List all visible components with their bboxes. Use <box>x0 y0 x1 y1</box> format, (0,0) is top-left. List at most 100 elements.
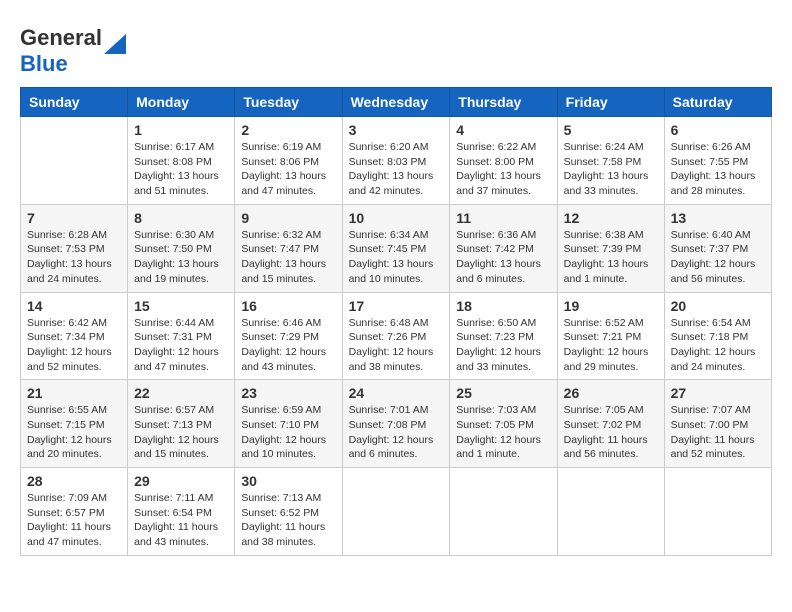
day-number: 16 <box>241 298 335 314</box>
day-info: Sunrise: 7:05 AM Sunset: 7:02 PM Dayligh… <box>564 403 658 462</box>
logo-general: General <box>20 25 102 50</box>
calendar-week-row: 28 Sunrise: 7:09 AM Sunset: 6:57 PM Dayli… <box>21 468 772 556</box>
day-number: 8 <box>134 210 228 226</box>
calendar-day-cell: 16Sunrise: 6:46 AM Sunset: 7:29 PM Dayli… <box>235 292 342 380</box>
calendar-day-cell: 11 Sunrise: 6:36 AM Sunset: 7:42 PM Dayli… <box>450 204 557 292</box>
day-info: Sunrise: 6:44 AM Sunset: 7:31 PM Dayligh… <box>134 316 228 375</box>
day-number: 5 <box>564 122 658 138</box>
day-number: 27 <box>671 385 765 401</box>
day-number: 17 <box>349 298 444 314</box>
calendar-day-cell: 10 Sunrise: 6:34 AM Sunset: 7:45 PM Dayli… <box>342 204 450 292</box>
day-info: Sunrise: 6:34 AM Sunset: 7:45 PM Dayligh… <box>349 228 444 287</box>
day-info: Sunrise: 6:48 AM Sunset: 7:26 PM Dayligh… <box>349 316 444 375</box>
weekday-header: Sunday <box>21 88 128 117</box>
day-info: Sunrise: 6:36 AM Sunset: 7:42 PM Dayligh… <box>456 228 550 287</box>
calendar-day-cell: 29 Sunrise: 7:11 AM Sunset: 6:54 PM Dayli… <box>128 468 235 556</box>
day-info: Sunrise: 6:57 AM Sunset: 7:13 PM Dayligh… <box>134 403 228 462</box>
day-info: Sunrise: 6:42 AM Sunset: 7:34 PM Dayligh… <box>27 316 121 375</box>
day-number: 24 <box>349 385 444 401</box>
calendar-day-cell: 4Sunrise: 6:22 AM Sunset: 8:00 PM Daylig… <box>450 117 557 205</box>
logo-icon <box>104 34 126 54</box>
day-number: 9 <box>241 210 335 226</box>
calendar-day-cell: 18 Sunrise: 6:50 AM Sunset: 7:23 PM Dayli… <box>450 292 557 380</box>
calendar-day-cell: 5 Sunrise: 6:24 AM Sunset: 7:58 PM Daylig… <box>557 117 664 205</box>
day-info: Sunrise: 6:54 AM Sunset: 7:18 PM Dayligh… <box>671 316 765 375</box>
day-info: Sunrise: 6:40 AM Sunset: 7:37 PM Dayligh… <box>671 228 765 287</box>
day-info: Sunrise: 7:07 AM Sunset: 7:00 PM Dayligh… <box>671 403 765 462</box>
calendar-day-cell: 3 Sunrise: 6:20 AM Sunset: 8:03 PM Daylig… <box>342 117 450 205</box>
calendar-day-cell: 23 Sunrise: 6:59 AM Sunset: 7:10 PM Dayli… <box>235 380 342 468</box>
day-number: 14 <box>27 298 121 314</box>
weekday-header: Monday <box>128 88 235 117</box>
day-number: 1 <box>134 122 228 138</box>
day-info: Sunrise: 6:30 AM Sunset: 7:50 PM Dayligh… <box>134 228 228 287</box>
calendar-day-cell: 24 Sunrise: 7:01 AM Sunset: 7:08 PM Dayli… <box>342 380 450 468</box>
calendar-day-cell: 27 Sunrise: 7:07 AM Sunset: 7:00 PM Dayli… <box>664 380 771 468</box>
day-info: Sunrise: 6:55 AM Sunset: 7:15 PM Dayligh… <box>27 403 121 462</box>
day-info: Sunrise: 7:09 AM Sunset: 6:57 PM Dayligh… <box>27 491 121 550</box>
weekday-header: Wednesday <box>342 88 450 117</box>
day-info: Sunrise: 6:52 AM Sunset: 7:21 PM Dayligh… <box>564 316 658 375</box>
day-info: Sunrise: 6:19 AM Sunset: 8:06 PM Dayligh… <box>241 140 335 199</box>
day-info: Sunrise: 6:20 AM Sunset: 8:03 PM Dayligh… <box>349 140 444 199</box>
calendar-day-cell: 8 Sunrise: 6:30 AM Sunset: 7:50 PM Daylig… <box>128 204 235 292</box>
calendar-empty-cell <box>664 468 771 556</box>
day-info: Sunrise: 7:01 AM Sunset: 7:08 PM Dayligh… <box>349 403 444 462</box>
calendar-day-cell: 14 Sunrise: 6:42 AM Sunset: 7:34 PM Dayli… <box>21 292 128 380</box>
day-info: Sunrise: 7:13 AM Sunset: 6:52 PM Dayligh… <box>241 491 335 550</box>
day-number: 6 <box>671 122 765 138</box>
weekday-header: Saturday <box>664 88 771 117</box>
day-number: 23 <box>241 385 335 401</box>
calendar-empty-cell <box>557 468 664 556</box>
logo: General Blue <box>20 25 126 77</box>
day-info: Sunrise: 6:26 AM Sunset: 7:55 PM Dayligh… <box>671 140 765 199</box>
day-number: 3 <box>349 122 444 138</box>
day-number: 18 <box>456 298 550 314</box>
day-info: Sunrise: 6:50 AM Sunset: 7:23 PM Dayligh… <box>456 316 550 375</box>
day-number: 4 <box>456 122 550 138</box>
day-number: 30 <box>241 473 335 489</box>
day-number: 15 <box>134 298 228 314</box>
day-number: 28 <box>27 473 121 489</box>
calendar-day-cell: 28 Sunrise: 7:09 AM Sunset: 6:57 PM Dayli… <box>21 468 128 556</box>
calendar-day-cell: 15 Sunrise: 6:44 AM Sunset: 7:31 PM Dayli… <box>128 292 235 380</box>
calendar-empty-cell <box>21 117 128 205</box>
calendar-day-cell: 1 Sunrise: 6:17 AM Sunset: 8:08 PM Daylig… <box>128 117 235 205</box>
day-number: 21 <box>27 385 121 401</box>
weekday-header: Thursday <box>450 88 557 117</box>
calendar-day-cell: 20Sunrise: 6:54 AM Sunset: 7:18 PM Dayli… <box>664 292 771 380</box>
calendar-empty-cell <box>450 468 557 556</box>
day-info: Sunrise: 6:32 AM Sunset: 7:47 PM Dayligh… <box>241 228 335 287</box>
calendar-day-cell: 19 Sunrise: 6:52 AM Sunset: 7:21 PM Dayli… <box>557 292 664 380</box>
day-number: 10 <box>349 210 444 226</box>
calendar-day-cell: 17 Sunrise: 6:48 AM Sunset: 7:26 PM Dayli… <box>342 292 450 380</box>
calendar-day-cell: 26 Sunrise: 7:05 AM Sunset: 7:02 PM Dayli… <box>557 380 664 468</box>
day-info: Sunrise: 6:59 AM Sunset: 7:10 PM Dayligh… <box>241 403 335 462</box>
day-number: 22 <box>134 385 228 401</box>
day-info: Sunrise: 6:24 AM Sunset: 7:58 PM Dayligh… <box>564 140 658 199</box>
weekday-header: Tuesday <box>235 88 342 117</box>
calendar-day-cell: 21 Sunrise: 6:55 AM Sunset: 7:15 PM Dayli… <box>21 380 128 468</box>
calendar-day-cell: 12 Sunrise: 6:38 AM Sunset: 7:39 PM Dayli… <box>557 204 664 292</box>
day-number: 19 <box>564 298 658 314</box>
calendar-week-row: 7 Sunrise: 6:28 AM Sunset: 7:53 PM Daylig… <box>21 204 772 292</box>
day-number: 29 <box>134 473 228 489</box>
day-number: 13 <box>671 210 765 226</box>
calendar-week-row: 21 Sunrise: 6:55 AM Sunset: 7:15 PM Dayli… <box>21 380 772 468</box>
day-number: 25 <box>456 385 550 401</box>
calendar-day-cell: 6 Sunrise: 6:26 AM Sunset: 7:55 PM Daylig… <box>664 117 771 205</box>
calendar-day-cell: 2Sunrise: 6:19 AM Sunset: 8:06 PM Daylig… <box>235 117 342 205</box>
day-info: Sunrise: 6:17 AM Sunset: 8:08 PM Dayligh… <box>134 140 228 199</box>
day-number: 26 <box>564 385 658 401</box>
day-number: 11 <box>456 210 550 226</box>
day-number: 12 <box>564 210 658 226</box>
calendar-week-row: 14 Sunrise: 6:42 AM Sunset: 7:34 PM Dayli… <box>21 292 772 380</box>
calendar-week-row: 1 Sunrise: 6:17 AM Sunset: 8:08 PM Daylig… <box>21 117 772 205</box>
day-info: Sunrise: 6:28 AM Sunset: 7:53 PM Dayligh… <box>27 228 121 287</box>
calendar-day-cell: 30 Sunrise: 7:13 AM Sunset: 6:52 PM Dayli… <box>235 468 342 556</box>
day-info: Sunrise: 7:11 AM Sunset: 6:54 PM Dayligh… <box>134 491 228 550</box>
day-number: 7 <box>27 210 121 226</box>
calendar-day-cell: 7 Sunrise: 6:28 AM Sunset: 7:53 PM Daylig… <box>21 204 128 292</box>
calendar-day-cell: 22 Sunrise: 6:57 AM Sunset: 7:13 PM Dayli… <box>128 380 235 468</box>
day-info: Sunrise: 6:38 AM Sunset: 7:39 PM Dayligh… <box>564 228 658 287</box>
